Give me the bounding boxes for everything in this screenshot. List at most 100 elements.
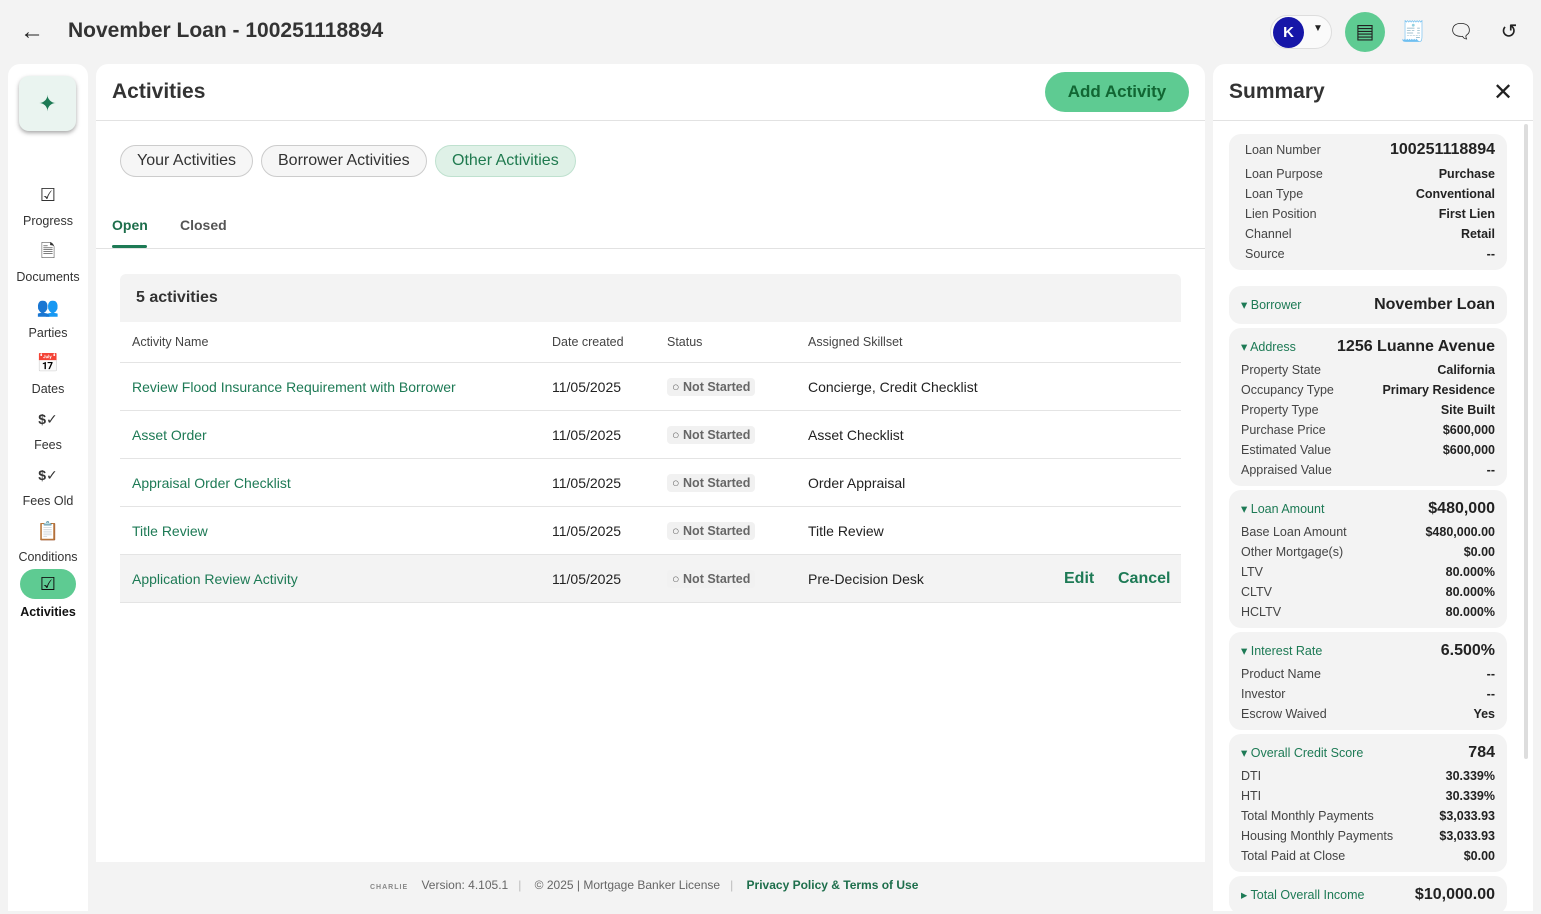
sidebar-item-activities[interactable]: ☑ Activities <box>8 569 88 619</box>
activity-name-link[interactable]: Review Flood Insurance Requirement with … <box>132 379 456 395</box>
sidebar-item-dates[interactable]: 📅 Dates <box>8 350 88 396</box>
field-value: -- <box>1486 247 1495 261</box>
sparkle-ai-icon[interactable]: ✦ <box>19 76 76 131</box>
history-icon[interactable]: ↺ <box>1489 12 1529 52</box>
table-row[interactable]: Application Review Activity 11/05/2025 ○ N… <box>120 555 1181 603</box>
field-value: $0.00 <box>1463 545 1495 559</box>
divider <box>1213 120 1533 121</box>
borrower-card: ▾ Borrower November Loan <box>1229 286 1507 324</box>
column-header[interactable]: Activity Name <box>132 335 208 349</box>
checklist-icon: ☑ <box>39 185 57 205</box>
borrower-toggle[interactable]: ▾ Borrower <box>1241 292 1301 318</box>
chip-your-activities[interactable]: Your Activities <box>120 145 254 177</box>
sidebar-item-label: Parties <box>28 326 68 340</box>
field-value: -- <box>1486 687 1495 701</box>
assigned-skillset: Asset Checklist <box>808 426 904 443</box>
avatar: K <box>1273 17 1304 48</box>
column-header[interactable]: Date created <box>552 335 624 349</box>
field-label: Lien Position <box>1245 207 1317 221</box>
field-label: Investor <box>1241 687 1286 701</box>
summary-icon[interactable]: ▤ <box>1345 12 1385 52</box>
chip-borrower-activities[interactable]: Borrower Activities <box>261 145 427 177</box>
activity-name-link[interactable]: Title Review <box>132 523 208 539</box>
loan-number-value: 100251118894 <box>1389 141 1495 158</box>
borrower-value: November Loan <box>1374 296 1495 313</box>
activity-name-link[interactable]: Application Review Activity <box>132 571 298 587</box>
field-label: CLTV <box>1241 585 1273 599</box>
assigned-skillset: Title Review <box>808 522 884 539</box>
field-value: First Lien <box>1438 207 1495 221</box>
header: ← November Loan - 100251118894 K ▼ ▤ 🧾 🗨… <box>0 0 1541 64</box>
sidebar-item-label: Progress <box>22 214 74 228</box>
table-row[interactable]: Asset Order 11/05/2025 ○ Not Started Asset … <box>120 411 1181 459</box>
interest-rate-toggle[interactable]: ▾ Interest Rate <box>1241 638 1322 664</box>
table-row[interactable]: Review Flood Insurance Requirement with … <box>120 363 1181 411</box>
calendar-icon: 📅 <box>36 353 60 373</box>
loan-amount-toggle[interactable]: ▾ Loan Amount <box>1241 496 1324 522</box>
version-text: Version: 4.105.1 <box>421 878 509 892</box>
loan-amount-value: $480,000 <box>1428 500 1495 517</box>
field-label: LTV <box>1241 565 1263 579</box>
column-header[interactable]: Status <box>667 335 702 349</box>
income-toggle[interactable]: ▸ Total Overall Income <box>1241 882 1364 908</box>
chat-icon[interactable]: 🗨 <box>1441 12 1481 52</box>
clipboard-check-icon: 📋 <box>36 521 60 541</box>
tab-open[interactable]: Open <box>112 217 148 233</box>
close-icon[interactable]: ✕ <box>1493 78 1513 107</box>
user-menu[interactable]: K ▼ <box>1270 15 1332 49</box>
field-value: Conventional <box>1415 187 1495 201</box>
field-label: Product Name <box>1241 667 1321 681</box>
field-value: Site Built <box>1440 403 1495 417</box>
date-created: 11/05/2025 <box>552 474 622 491</box>
table-row[interactable]: Title Review 11/05/2025 ○ Not Started Title… <box>120 507 1181 555</box>
cancel-button[interactable]: Cancel <box>1118 570 1170 588</box>
field-label: Housing Monthly Payments <box>1241 829 1394 843</box>
status-badge: ○ Not Started <box>667 521 756 540</box>
field-value: Retail <box>1460 227 1495 241</box>
sidebar-item-fees[interactable]: $✓ Fees <box>8 406 88 452</box>
sidebar-item-label: Fees <box>34 438 62 452</box>
field-value: California <box>1437 363 1495 377</box>
field-value: $600,000 <box>1442 443 1495 457</box>
address-value: 1256 Luanne Avenue <box>1337 338 1495 355</box>
sidebar-item-parties[interactable]: 👥 Parties <box>8 294 88 340</box>
field-value: 80.000% <box>1445 565 1495 579</box>
receipt-icon[interactable]: 🧾 <box>1393 12 1433 52</box>
back-arrow-icon[interactable]: ← <box>20 18 44 46</box>
credit-score-toggle[interactable]: ▾ Overall Credit Score <box>1241 740 1363 766</box>
income-value: $10,000.00 <box>1414 886 1495 903</box>
activity-name-link[interactable]: Asset Order <box>132 427 207 443</box>
tab-closed[interactable]: Closed <box>180 217 227 233</box>
activities-table: 5 activities Activity Name Date created … <box>120 274 1181 603</box>
field-label: Appraised Value <box>1241 463 1332 477</box>
edit-button[interactable]: Edit <box>1064 570 1094 588</box>
field-label: Total Paid at Close <box>1241 849 1346 863</box>
add-activity-button[interactable]: Add Activity <box>1045 72 1189 112</box>
field-value: -- <box>1486 667 1495 681</box>
privacy-terms-link[interactable]: Privacy Policy & Terms of Use <box>747 878 919 892</box>
assigned-skillset: Order Appraisal <box>808 474 906 491</box>
sidebar-item-progress[interactable]: ☑ Progress <box>8 182 88 228</box>
sidebar: ✦ ☑ Progress 🗎 Documents 👥 Parties 📅 Dates $… <box>8 64 88 911</box>
page-title: November Loan - 100251118894 <box>68 19 384 42</box>
field-label: Loan Type <box>1245 187 1304 201</box>
sidebar-item-documents[interactable]: 🗎 Documents <box>8 238 88 284</box>
sidebar-item-conditions[interactable]: 📋 Conditions <box>8 518 88 564</box>
sidebar-item-label: Fees Old <box>22 494 74 508</box>
date-created: 11/05/2025 <box>552 570 622 587</box>
field-label: HTI <box>1241 789 1262 803</box>
column-header[interactable]: Assigned Skillset <box>808 335 903 349</box>
interest-rate-value: 6.500% <box>1440 642 1495 659</box>
activity-name-link[interactable]: Appraisal Order Checklist <box>132 475 291 491</box>
assigned-skillset: Concierge, Credit Checklist <box>808 378 978 395</box>
credit-card: ▾ Overall Credit Score 784 DTI 30.339% HTI… <box>1229 734 1507 872</box>
table-row[interactable]: Appraisal Order Checklist 11/05/2025 ○ Not… <box>120 459 1181 507</box>
field-label: Other Mortgage(s) <box>1241 545 1344 559</box>
chip-other-activities[interactable]: Other Activities <box>435 145 576 177</box>
scrollbar[interactable] <box>1524 124 1528 759</box>
address-toggle[interactable]: ▾ Address <box>1241 334 1296 360</box>
field-label: Channel <box>1245 227 1292 241</box>
field-value: $480,000.00 <box>1425 525 1495 539</box>
sidebar-item-fees-old[interactable]: $✓ Fees Old <box>8 462 88 508</box>
field-label: Occupancy Type <box>1241 383 1334 397</box>
